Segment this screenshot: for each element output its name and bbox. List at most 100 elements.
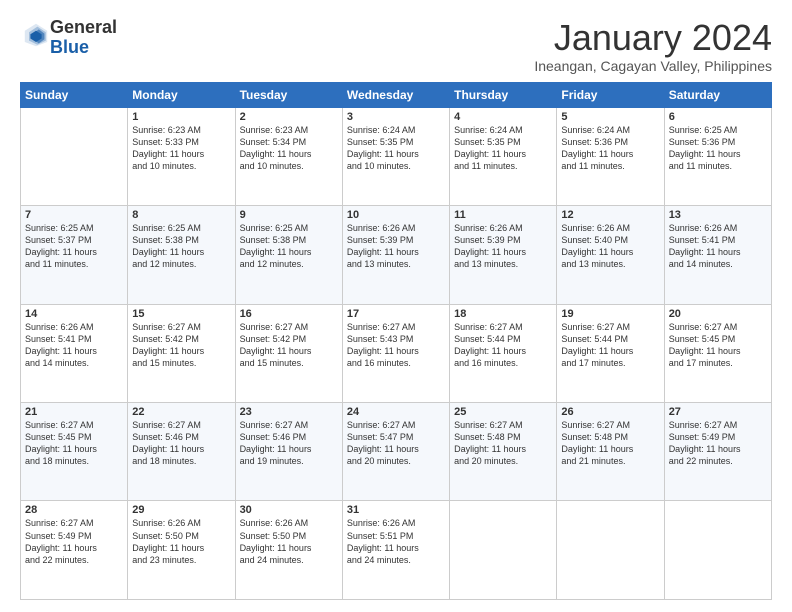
week-row-0: 1Sunrise: 6:23 AM Sunset: 5:33 PM Daylig… <box>21 107 772 205</box>
day-number: 23 <box>240 406 338 418</box>
day-number: 1 <box>132 111 230 123</box>
day-number: 6 <box>669 111 767 123</box>
calendar-cell: 10Sunrise: 6:26 AM Sunset: 5:39 PM Dayli… <box>342 206 449 304</box>
day-info: Sunrise: 6:27 AM Sunset: 5:46 PM Dayligh… <box>240 419 338 468</box>
calendar-cell: 19Sunrise: 6:27 AM Sunset: 5:44 PM Dayli… <box>557 304 664 402</box>
day-number: 31 <box>347 504 445 516</box>
day-number: 19 <box>561 308 659 320</box>
calendar-cell: 6Sunrise: 6:25 AM Sunset: 5:36 PM Daylig… <box>664 107 771 205</box>
day-number: 25 <box>454 406 552 418</box>
day-number: 18 <box>454 308 552 320</box>
day-number: 3 <box>347 111 445 123</box>
calendar-cell: 17Sunrise: 6:27 AM Sunset: 5:43 PM Dayli… <box>342 304 449 402</box>
day-info: Sunrise: 6:27 AM Sunset: 5:48 PM Dayligh… <box>454 419 552 468</box>
day-info: Sunrise: 6:24 AM Sunset: 5:35 PM Dayligh… <box>347 124 445 173</box>
week-row-3: 21Sunrise: 6:27 AM Sunset: 5:45 PM Dayli… <box>21 403 772 501</box>
calendar-cell <box>557 501 664 600</box>
title-block: January 2024 Ineangan, Cagayan Valley, P… <box>534 18 772 74</box>
day-info: Sunrise: 6:27 AM Sunset: 5:44 PM Dayligh… <box>561 321 659 370</box>
day-info: Sunrise: 6:27 AM Sunset: 5:49 PM Dayligh… <box>669 419 767 468</box>
week-row-1: 7Sunrise: 6:25 AM Sunset: 5:37 PM Daylig… <box>21 206 772 304</box>
calendar-cell: 4Sunrise: 6:24 AM Sunset: 5:35 PM Daylig… <box>450 107 557 205</box>
day-info: Sunrise: 6:27 AM Sunset: 5:49 PM Dayligh… <box>25 517 123 566</box>
day-number: 29 <box>132 504 230 516</box>
day-number: 2 <box>240 111 338 123</box>
day-number: 30 <box>240 504 338 516</box>
calendar-cell: 18Sunrise: 6:27 AM Sunset: 5:44 PM Dayli… <box>450 304 557 402</box>
calendar-cell: 12Sunrise: 6:26 AM Sunset: 5:40 PM Dayli… <box>557 206 664 304</box>
calendar-cell: 22Sunrise: 6:27 AM Sunset: 5:46 PM Dayli… <box>128 403 235 501</box>
day-number: 7 <box>25 209 123 221</box>
day-info: Sunrise: 6:26 AM Sunset: 5:50 PM Dayligh… <box>240 517 338 566</box>
day-info: Sunrise: 6:23 AM Sunset: 5:33 PM Dayligh… <box>132 124 230 173</box>
day-number: 28 <box>25 504 123 516</box>
calendar-cell <box>664 501 771 600</box>
day-info: Sunrise: 6:27 AM Sunset: 5:45 PM Dayligh… <box>25 419 123 468</box>
calendar-header-row: SundayMondayTuesdayWednesdayThursdayFrid… <box>21 82 772 107</box>
day-info: Sunrise: 6:24 AM Sunset: 5:35 PM Dayligh… <box>454 124 552 173</box>
calendar-cell: 28Sunrise: 6:27 AM Sunset: 5:49 PM Dayli… <box>21 501 128 600</box>
day-info: Sunrise: 6:25 AM Sunset: 5:38 PM Dayligh… <box>240 222 338 271</box>
calendar-cell: 1Sunrise: 6:23 AM Sunset: 5:33 PM Daylig… <box>128 107 235 205</box>
day-info: Sunrise: 6:27 AM Sunset: 5:46 PM Dayligh… <box>132 419 230 468</box>
header-wednesday: Wednesday <box>342 82 449 107</box>
calendar-cell: 27Sunrise: 6:27 AM Sunset: 5:49 PM Dayli… <box>664 403 771 501</box>
calendar-cell: 16Sunrise: 6:27 AM Sunset: 5:42 PM Dayli… <box>235 304 342 402</box>
calendar-cell: 24Sunrise: 6:27 AM Sunset: 5:47 PM Dayli… <box>342 403 449 501</box>
location-title: Ineangan, Cagayan Valley, Philippines <box>534 58 772 74</box>
day-info: Sunrise: 6:27 AM Sunset: 5:42 PM Dayligh… <box>132 321 230 370</box>
day-number: 27 <box>669 406 767 418</box>
calendar-cell: 9Sunrise: 6:25 AM Sunset: 5:38 PM Daylig… <box>235 206 342 304</box>
day-number: 17 <box>347 308 445 320</box>
week-row-4: 28Sunrise: 6:27 AM Sunset: 5:49 PM Dayli… <box>21 501 772 600</box>
logo-blue-text: Blue <box>50 37 89 57</box>
day-number: 8 <box>132 209 230 221</box>
day-info: Sunrise: 6:27 AM Sunset: 5:48 PM Dayligh… <box>561 419 659 468</box>
calendar-cell <box>21 107 128 205</box>
calendar-cell: 7Sunrise: 6:25 AM Sunset: 5:37 PM Daylig… <box>21 206 128 304</box>
day-info: Sunrise: 6:25 AM Sunset: 5:36 PM Dayligh… <box>669 124 767 173</box>
day-info: Sunrise: 6:26 AM Sunset: 5:41 PM Dayligh… <box>669 222 767 271</box>
header-saturday: Saturday <box>664 82 771 107</box>
logo-general-text: General <box>50 17 117 37</box>
day-number: 22 <box>132 406 230 418</box>
calendar-cell: 25Sunrise: 6:27 AM Sunset: 5:48 PM Dayli… <box>450 403 557 501</box>
day-number: 15 <box>132 308 230 320</box>
calendar-cell: 13Sunrise: 6:26 AM Sunset: 5:41 PM Dayli… <box>664 206 771 304</box>
day-number: 10 <box>347 209 445 221</box>
calendar-cell: 29Sunrise: 6:26 AM Sunset: 5:50 PM Dayli… <box>128 501 235 600</box>
day-info: Sunrise: 6:26 AM Sunset: 5:50 PM Dayligh… <box>132 517 230 566</box>
day-number: 21 <box>25 406 123 418</box>
day-number: 4 <box>454 111 552 123</box>
week-row-2: 14Sunrise: 6:26 AM Sunset: 5:41 PM Dayli… <box>21 304 772 402</box>
calendar-cell: 2Sunrise: 6:23 AM Sunset: 5:34 PM Daylig… <box>235 107 342 205</box>
logo-icon <box>22 21 50 49</box>
day-number: 16 <box>240 308 338 320</box>
day-number: 9 <box>240 209 338 221</box>
day-number: 5 <box>561 111 659 123</box>
calendar-cell: 5Sunrise: 6:24 AM Sunset: 5:36 PM Daylig… <box>557 107 664 205</box>
day-number: 11 <box>454 209 552 221</box>
day-info: Sunrise: 6:24 AM Sunset: 5:36 PM Dayligh… <box>561 124 659 173</box>
page: General Blue January 2024 Ineangan, Caga… <box>0 0 792 612</box>
day-info: Sunrise: 6:27 AM Sunset: 5:44 PM Dayligh… <box>454 321 552 370</box>
calendar-cell: 3Sunrise: 6:24 AM Sunset: 5:35 PM Daylig… <box>342 107 449 205</box>
day-info: Sunrise: 6:26 AM Sunset: 5:51 PM Dayligh… <box>347 517 445 566</box>
header: General Blue January 2024 Ineangan, Caga… <box>20 18 772 74</box>
day-info: Sunrise: 6:26 AM Sunset: 5:41 PM Dayligh… <box>25 321 123 370</box>
day-info: Sunrise: 6:26 AM Sunset: 5:40 PM Dayligh… <box>561 222 659 271</box>
day-number: 20 <box>669 308 767 320</box>
calendar-cell: 31Sunrise: 6:26 AM Sunset: 5:51 PM Dayli… <box>342 501 449 600</box>
day-info: Sunrise: 6:23 AM Sunset: 5:34 PM Dayligh… <box>240 124 338 173</box>
calendar-cell: 23Sunrise: 6:27 AM Sunset: 5:46 PM Dayli… <box>235 403 342 501</box>
calendar-table: SundayMondayTuesdayWednesdayThursdayFrid… <box>20 82 772 600</box>
month-title: January 2024 <box>534 18 772 58</box>
day-number: 26 <box>561 406 659 418</box>
day-number: 13 <box>669 209 767 221</box>
header-tuesday: Tuesday <box>235 82 342 107</box>
day-info: Sunrise: 6:25 AM Sunset: 5:37 PM Dayligh… <box>25 222 123 271</box>
calendar-cell: 21Sunrise: 6:27 AM Sunset: 5:45 PM Dayli… <box>21 403 128 501</box>
day-info: Sunrise: 6:27 AM Sunset: 5:45 PM Dayligh… <box>669 321 767 370</box>
header-thursday: Thursday <box>450 82 557 107</box>
header-monday: Monday <box>128 82 235 107</box>
